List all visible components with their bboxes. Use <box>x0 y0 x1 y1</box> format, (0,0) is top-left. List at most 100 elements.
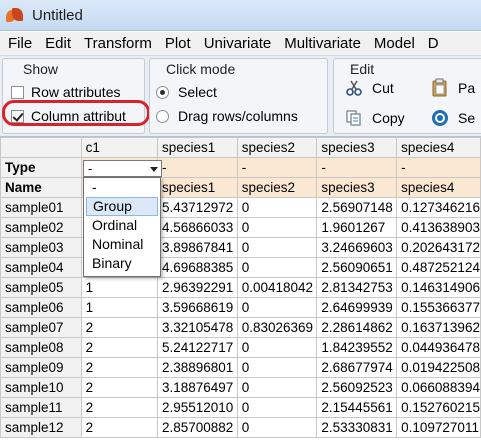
cell-species1[interactable]: 5.24122717 <box>156 337 238 358</box>
menu-univariate[interactable]: Univariate <box>196 35 277 52</box>
cell-species2[interactable]: 0 <box>236 237 318 258</box>
row-header-cell[interactable]: sample11 <box>0 397 82 418</box>
cell-species4[interactable]: 0.044936478 <box>396 337 481 358</box>
cell-species1[interactable]: 4.56866033 <box>156 217 238 238</box>
cell-species4[interactable]: 0.202643172 <box>396 237 481 258</box>
name-cell-species2[interactable]: species2 <box>236 177 318 198</box>
cell-species3[interactable]: 2.68677974 <box>316 357 398 378</box>
cell-species3[interactable]: 2.56090651 <box>316 257 398 278</box>
paste-button[interactable]: Pa <box>430 78 475 98</box>
cell-species3[interactable]: 3.24669603 <box>316 237 398 258</box>
menu-transform[interactable]: Transform <box>76 35 157 52</box>
cell-c1[interactable]: 1 <box>80 297 158 318</box>
menu-plot[interactable]: Plot <box>157 35 196 52</box>
row-header-cell[interactable]: sample09 <box>0 357 82 378</box>
cell-species3[interactable]: 2.56907148 <box>316 197 398 218</box>
row-header-cell[interactable]: sample03 <box>0 237 82 258</box>
cell-species1[interactable]: 5.43712972 <box>156 197 238 218</box>
name-cell-species4[interactable]: species4 <box>396 177 481 198</box>
cell-species3[interactable]: 2.15445561 <box>316 397 398 418</box>
cell-species4[interactable]: 0.155366377 <box>396 297 481 318</box>
copy-button[interactable]: Copy <box>344 108 405 128</box>
cell-species3[interactable]: 2.56092523 <box>316 377 398 398</box>
column-header-species4[interactable]: species4 <box>396 137 481 158</box>
row-header-cell[interactable]: sample01 <box>0 197 82 218</box>
cell-species2[interactable]: 0 <box>236 197 318 218</box>
type-cell-species1[interactable]: - <box>156 157 238 178</box>
drag-mode-option[interactable]: Drag rows/columns <box>156 108 298 124</box>
cell-species4[interactable]: 0.019422508 <box>396 357 481 378</box>
cell-species1[interactable]: 2.38896801 <box>156 357 238 378</box>
row-header-cell[interactable]: sample04 <box>0 257 82 278</box>
cell-species4[interactable]: 0.487252124 <box>396 257 481 278</box>
cell-species3[interactable]: 2.64699939 <box>316 297 398 318</box>
select-all-button[interactable]: Se <box>430 108 475 128</box>
select-mode-radio[interactable] <box>156 85 169 99</box>
cell-species4[interactable]: 0.413638903 <box>396 217 481 238</box>
dropdown-option-ordinal[interactable]: Ordinal <box>86 216 158 235</box>
row-attributes-checkbox[interactable] <box>11 85 24 99</box>
cell-species2[interactable]: 0 <box>236 217 318 238</box>
cell-species2[interactable]: 0 <box>236 337 318 358</box>
dropdown-option-group[interactable]: Group <box>86 197 158 216</box>
row-header-cell[interactable]: sample12 <box>0 417 82 438</box>
column-header-species2[interactable]: species2 <box>236 137 318 158</box>
row-header-cell[interactable]: sample02 <box>0 217 82 238</box>
cell-species2[interactable]: 0.00418042 <box>236 277 318 298</box>
row-header-cell[interactable]: sample08 <box>0 337 82 358</box>
cell-species4[interactable]: 0.127346216 <box>396 197 481 218</box>
cell-species1[interactable]: 4.69688385 <box>156 257 238 278</box>
cell-species4[interactable]: 0.146314906 <box>396 277 481 298</box>
cut-button[interactable]: Cut <box>344 78 394 98</box>
menu-edit[interactable]: Edit <box>37 35 76 52</box>
column-header-species3[interactable]: species3 <box>316 137 398 158</box>
cell-c1[interactable]: 2 <box>80 337 158 358</box>
row-header-cell[interactable]: sample10 <box>0 377 82 398</box>
name-cell-species3[interactable]: species3 <box>316 177 398 198</box>
select-mode-option[interactable]: Select <box>156 84 217 100</box>
cell-species2[interactable]: 0 <box>236 297 318 318</box>
cell-species2[interactable]: 0 <box>236 257 318 278</box>
dropdown-option-binary[interactable]: Binary <box>86 254 158 273</box>
cell-species2[interactable]: 0.83026369 <box>236 317 318 338</box>
cell-c1[interactable]: 2 <box>80 317 158 338</box>
name-cell-species1[interactable]: species1 <box>156 177 238 198</box>
cell-species3[interactable]: 2.53330831 <box>316 417 398 438</box>
type-cell-species4[interactable]: - <box>396 157 481 178</box>
cell-species4[interactable]: 0.163713962 <box>396 317 481 338</box>
cell-c1[interactable]: 2 <box>80 397 158 418</box>
cell-species3[interactable]: 1.84239552 <box>316 337 398 358</box>
cell-c1[interactable]: 2 <box>80 357 158 378</box>
cell-species3[interactable]: 2.81342753 <box>316 277 398 298</box>
menu-d[interactable]: D <box>420 35 444 52</box>
row-header-cell[interactable]: sample06 <box>0 297 82 318</box>
cell-species3[interactable]: 1.9601267 <box>316 217 398 238</box>
drag-mode-radio[interactable] <box>156 109 169 123</box>
cell-c1[interactable]: 2 <box>80 417 158 438</box>
type-cell-species2[interactable]: - <box>236 157 318 178</box>
row-header-cell[interactable]: sample05 <box>0 277 82 298</box>
row-header-cell[interactable]: sample07 <box>0 317 82 338</box>
cell-c1[interactable]: 1 <box>80 277 158 298</box>
row-attributes-option[interactable]: Row attributes <box>11 84 120 100</box>
cell-species1[interactable]: 3.32105478 <box>156 317 238 338</box>
type-combo-box[interactable]: - <box>83 160 162 177</box>
cell-species1[interactable]: 2.96392291 <box>156 277 238 298</box>
cell-species2[interactable]: 0 <box>236 357 318 378</box>
cell-species1[interactable]: 2.95512010 <box>156 397 238 418</box>
menu-file[interactable]: File <box>0 35 37 52</box>
menu-model[interactable]: Model <box>366 35 420 52</box>
cell-species1[interactable]: 3.89867841 <box>156 237 238 258</box>
cell-c1[interactable]: 2 <box>80 377 158 398</box>
cell-species1[interactable]: 2.85700882 <box>156 417 238 438</box>
cell-species4[interactable]: 0.066088394 <box>396 377 481 398</box>
cell-species1[interactable]: 3.18876497 <box>156 377 238 398</box>
cell-species3[interactable]: 2.28614862 <box>316 317 398 338</box>
type-cell-species3[interactable]: - <box>316 157 398 178</box>
cell-species2[interactable]: 0 <box>236 397 318 418</box>
cell-species4[interactable]: 0.152760215 <box>396 397 481 418</box>
cell-species2[interactable]: 0 <box>236 377 318 398</box>
column-header-c1[interactable]: c1 <box>80 137 158 158</box>
cell-species4[interactable]: 0.109727011 <box>396 417 481 438</box>
cell-species1[interactable]: 3.59668619 <box>156 297 238 318</box>
